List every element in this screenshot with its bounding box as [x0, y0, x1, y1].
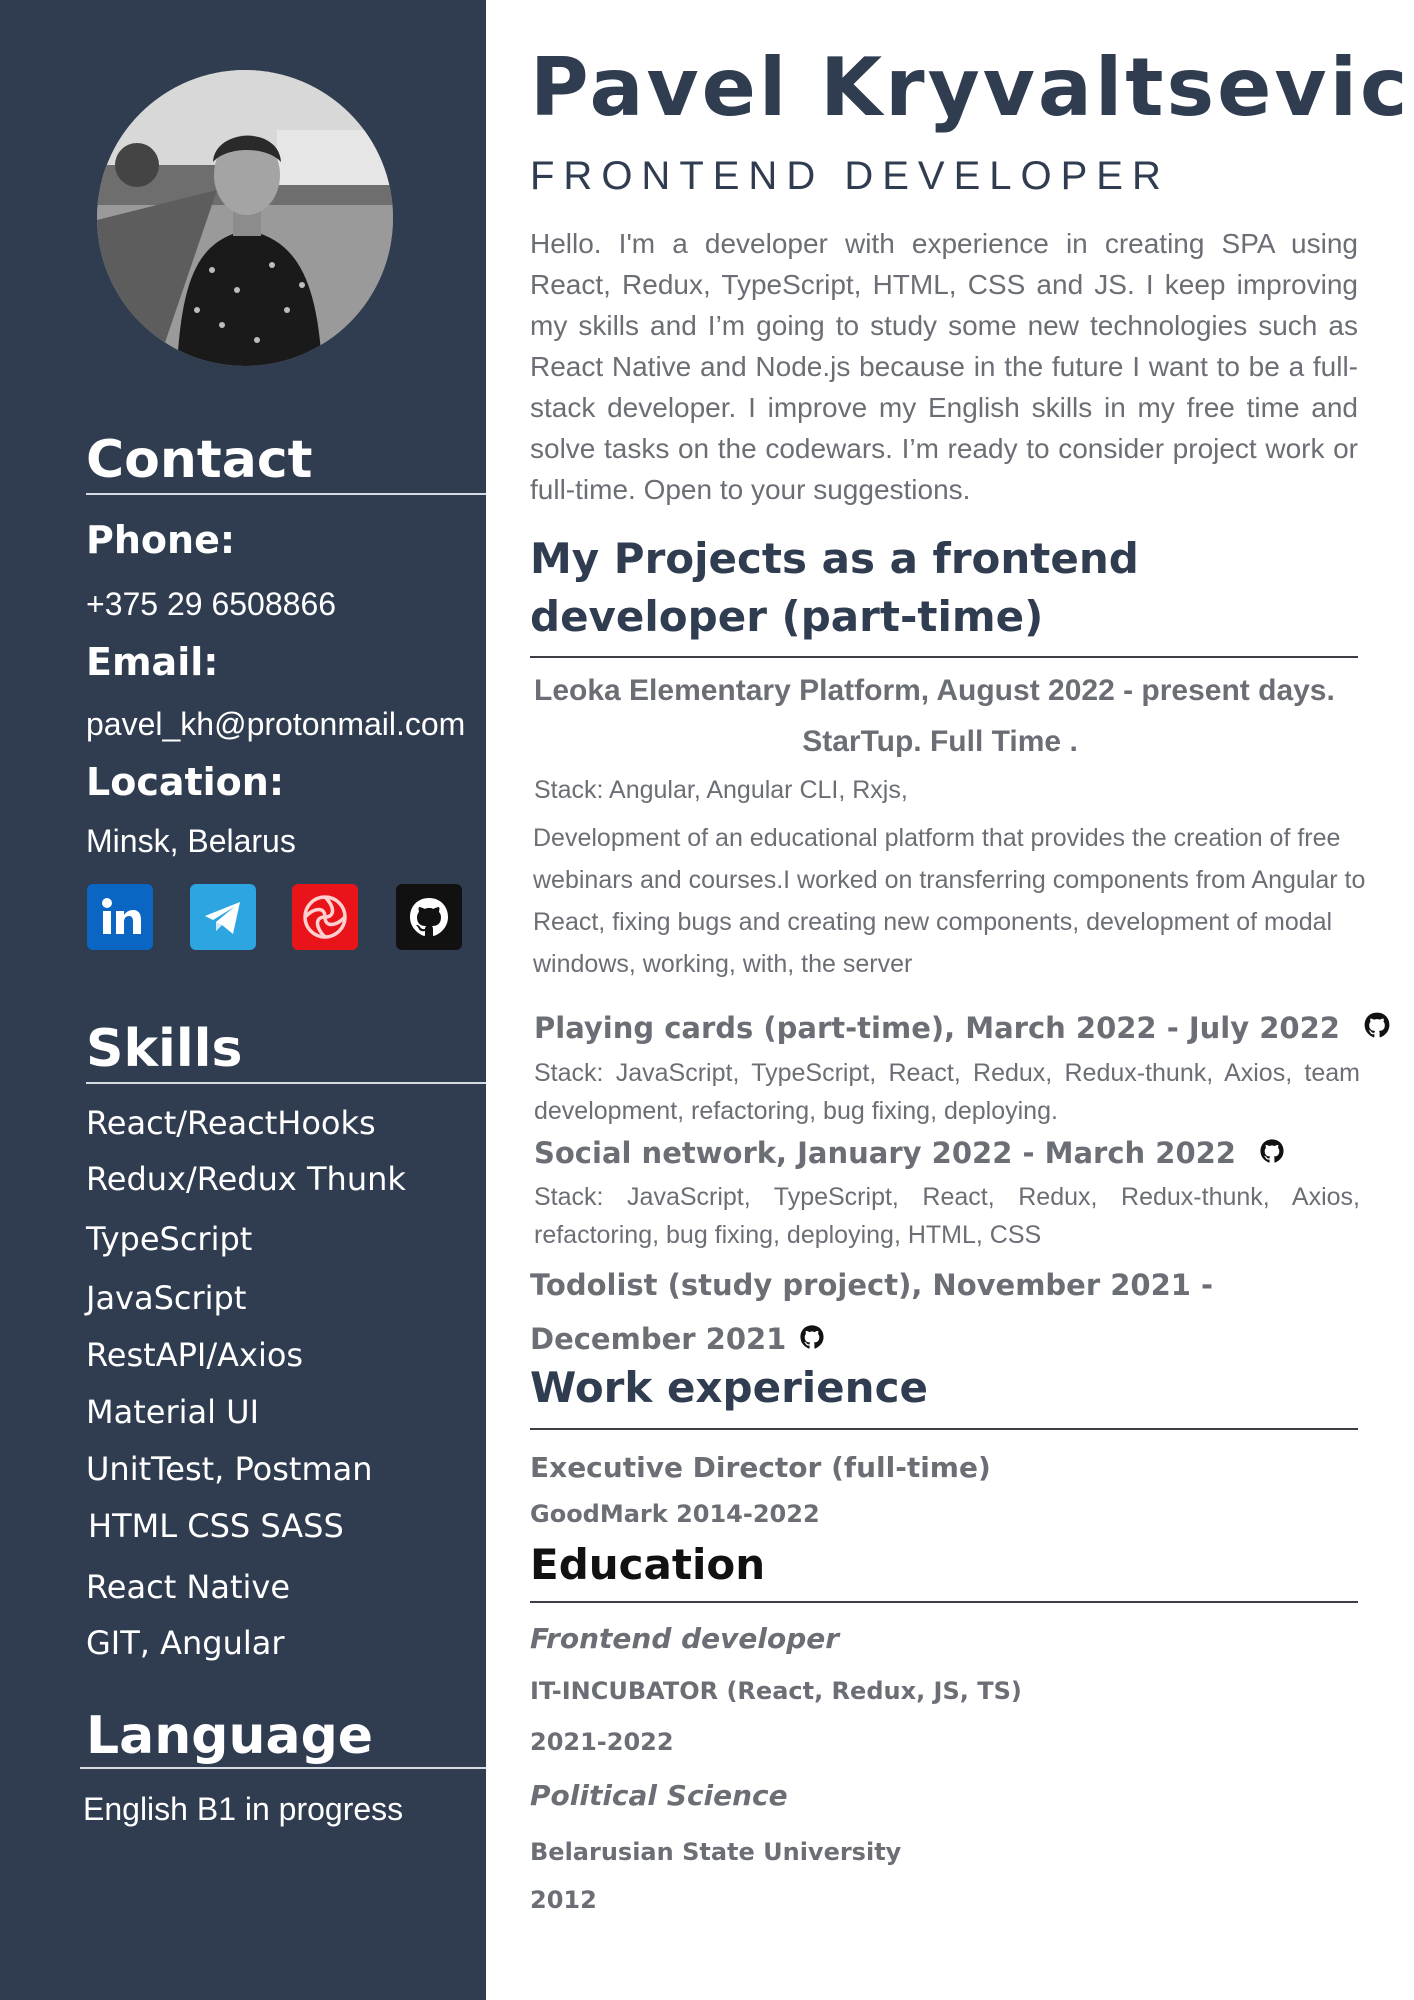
skill-item: React/ReactHooks	[86, 1104, 376, 1142]
candidate-name: Pavel Kryvaltsevich	[530, 41, 1414, 134]
education-heading: Education	[530, 1540, 766, 1589]
project-cards-title: Playing cards (part-time), March 2022 - …	[534, 1011, 1340, 1045]
language-heading: Language	[86, 1706, 374, 1766]
github-icon[interactable]	[396, 884, 462, 950]
github-icon[interactable]	[1258, 1135, 1286, 1175]
profile-photo	[97, 70, 393, 366]
project-leoka-title: Leoka Elementary Platform, August 2022 -…	[534, 674, 1335, 707]
projects-divider	[530, 656, 1358, 658]
education-divider	[530, 1601, 1358, 1603]
linkedin-icon[interactable]	[87, 884, 153, 950]
project-leoka-description: Development of an educational platform t…	[533, 824, 1366, 978]
skill-item: Redux/Redux Thunk	[86, 1160, 406, 1198]
email-value[interactable]: pavel_kh@protonmail.com	[86, 705, 465, 743]
work-heading: Work experience	[530, 1363, 928, 1412]
intro-paragraph: Hello. I'm a developer with experience i…	[530, 228, 1358, 505]
work-position: Executive Director (full-time)	[530, 1451, 991, 1484]
skill-item: GIT, Angular	[86, 1624, 285, 1662]
projects-heading: My Projects as a frontend developer (par…	[530, 534, 1139, 641]
location-value: Minsk, Belarus	[86, 823, 296, 859]
project-leoka-subtitle: StarTup. Full Time .	[802, 725, 1078, 758]
skill-item: React Native	[86, 1568, 291, 1606]
work-divider	[530, 1428, 1358, 1430]
project-cards-stack: Stack: JavaScript, TypeScript, React, Re…	[534, 1059, 1360, 1125]
education-years: 2012	[530, 1886, 597, 1914]
project-social-stack: Stack: JavaScript, TypeScript, React, Re…	[534, 1183, 1360, 1249]
skill-item: Material UI	[86, 1393, 260, 1431]
skill-item: RestAPI/Axios	[86, 1336, 304, 1374]
education-degree: Frontend developer	[530, 1622, 840, 1655]
project-todolist-title: Todolist (study project), November 2021 …	[530, 1268, 1214, 1356]
education-school: Belarusian State University	[530, 1838, 902, 1866]
telegram-icon[interactable]	[190, 884, 256, 950]
job-title: FRONTEND DEVELOPER	[530, 154, 1170, 198]
project-leoka-stack: Stack: Angular, Angular CLI, Rxjs,	[534, 776, 908, 804]
work-company: GoodMark 2014-2022	[530, 1500, 820, 1528]
skill-item: TypeScript	[86, 1220, 253, 1258]
contact-divider	[86, 493, 486, 495]
project-social-title: Social network, January 2022 - March 202…	[534, 1136, 1236, 1170]
email-label: Email:	[86, 640, 219, 684]
skills-heading: Skills	[86, 1019, 243, 1079]
phone-value: +375 29 6508866	[86, 586, 337, 622]
education-degree: Political Science	[530, 1779, 788, 1812]
skill-item: JavaScript	[86, 1279, 247, 1317]
codewars-icon[interactable]	[292, 884, 358, 950]
sidebar: Contact Phone: +375 29 6508866 Email: pa…	[0, 0, 486, 2000]
skill-item: HTML CSS SASS	[88, 1507, 344, 1545]
project-todolist-row: Todolist (study project), November 2021 …	[530, 1258, 1356, 1368]
language-divider	[80, 1767, 486, 1769]
location-label: Location:	[86, 760, 285, 804]
education-school: IT-INCUBATOR (React, Redux, JS, TS)	[530, 1677, 1022, 1705]
skill-item: UnitTest, Postman	[86, 1450, 373, 1488]
github-icon[interactable]	[1362, 1010, 1392, 1050]
contact-heading: Contact	[86, 430, 313, 490]
phone-label: Phone:	[86, 518, 236, 562]
language-value: English B1 in progress	[83, 1791, 404, 1827]
project-social-row: Social network, January 2022 - March 202…	[534, 1133, 1286, 1175]
project-cards-row: Playing cards (part-time), March 2022 - …	[534, 1008, 1392, 1050]
skills-divider	[86, 1082, 486, 1084]
education-years: 2021-2022	[530, 1728, 674, 1756]
